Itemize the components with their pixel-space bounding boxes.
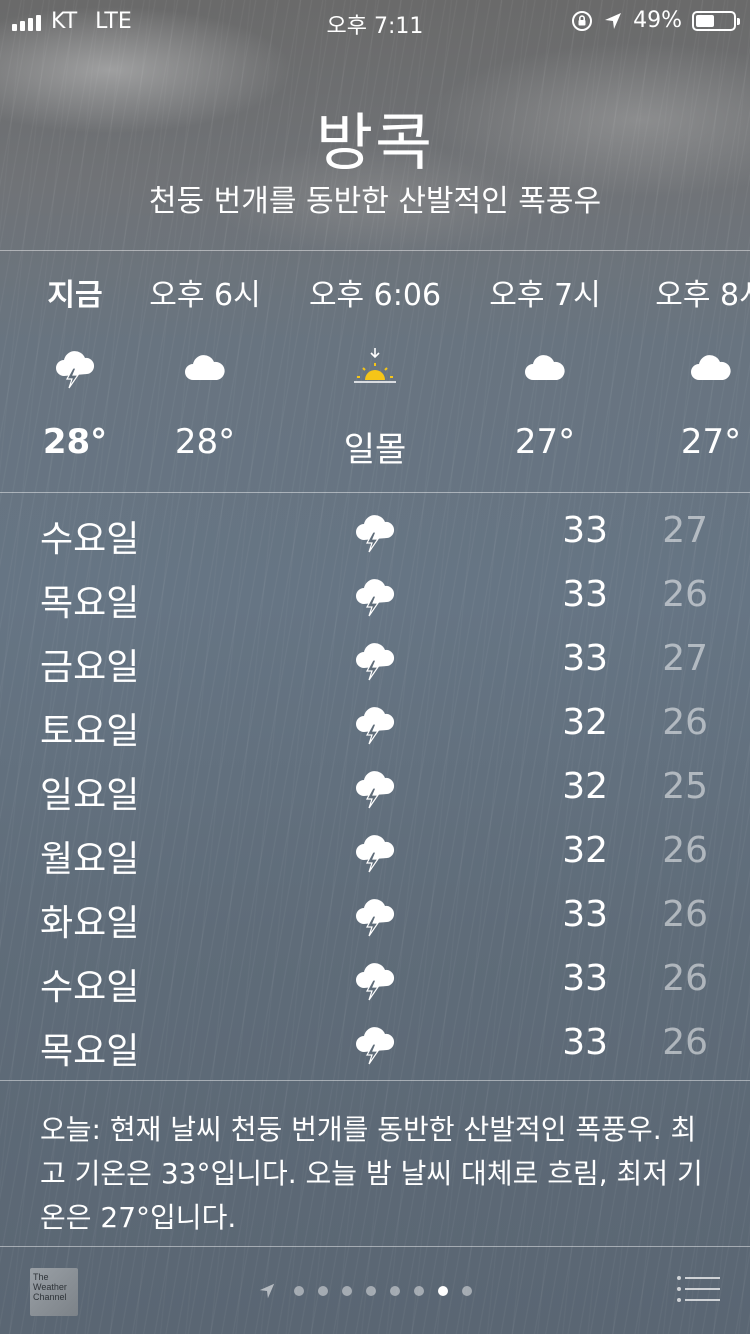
day-low-temp: 26 bbox=[662, 958, 708, 999]
daily-row: 월요일 32 26 bbox=[0, 820, 750, 884]
day-name: 수요일 bbox=[40, 967, 140, 1008]
page-dot[interactable] bbox=[342, 1286, 352, 1296]
daily-row: 토요일 32 26 bbox=[0, 692, 750, 756]
page-dot[interactable] bbox=[438, 1286, 448, 1296]
daily-row: 수요일 33 26 bbox=[0, 948, 750, 1012]
daily-row: 수요일 33 27 bbox=[0, 500, 750, 564]
day-name: 화요일 bbox=[40, 903, 140, 944]
page-dot[interactable] bbox=[390, 1286, 400, 1296]
day-high-temp: 32 bbox=[562, 766, 608, 807]
page-dot[interactable] bbox=[462, 1286, 472, 1296]
page-dot[interactable] bbox=[366, 1286, 376, 1296]
hour-temp: 27° bbox=[680, 422, 742, 462]
day-high-temp: 33 bbox=[562, 574, 608, 615]
footer-toolbar: The Weather Channel bbox=[0, 1248, 750, 1334]
thunderstorm-icon bbox=[352, 958, 398, 1002]
rotation-lock-icon bbox=[572, 10, 593, 31]
day-low-temp: 26 bbox=[662, 702, 708, 743]
day-name: 토요일 bbox=[40, 711, 140, 752]
cloud-icon bbox=[182, 346, 228, 390]
sunset-icon bbox=[352, 346, 398, 390]
day-low-temp: 25 bbox=[662, 766, 708, 807]
thunderstorm-icon bbox=[352, 766, 398, 810]
battery-percent: 49% bbox=[633, 8, 682, 33]
battery-icon bbox=[692, 10, 740, 31]
day-high-temp: 33 bbox=[562, 894, 608, 935]
page-dot[interactable] bbox=[318, 1286, 328, 1296]
today-summary: 오늘: 현재 날씨 천둥 번개를 동반한 산발적인 폭풍우. 최고 기온은 33… bbox=[40, 1113, 703, 1234]
thunderstorm-icon bbox=[352, 830, 398, 874]
battery-fill bbox=[696, 14, 714, 27]
daily-row: 일요일 32 25 bbox=[0, 756, 750, 820]
day-high-temp: 32 bbox=[562, 702, 608, 743]
daily-row: 금요일 33 27 bbox=[0, 628, 750, 692]
daily-row: 목요일 33 26 bbox=[0, 1012, 750, 1076]
status-right: 49% bbox=[571, 8, 740, 33]
hourly-forecast[interactable]: 지금 28° 오후 6시 28° 오후 6:06 일몰 오후 7시 27° 오후 8시 27° bbox=[0, 252, 750, 492]
thunderstorm-icon bbox=[352, 1022, 398, 1066]
day-low-temp: 27 bbox=[662, 510, 708, 551]
divider-hourly bbox=[0, 492, 750, 493]
day-low-temp: 26 bbox=[662, 894, 708, 935]
daily-forecast: 수요일 33 27 목요일 33 26 금요일 33 27 토요일 32 26 일요일 32 25 월요일 32… bbox=[0, 500, 750, 1076]
hour-temp: 일몰 bbox=[343, 430, 407, 470]
current-condition: 천둥 번개를 동반한 산발적인 폭풍우 bbox=[148, 184, 602, 219]
page-dot[interactable] bbox=[414, 1286, 424, 1296]
hour-label: 오후 6:06 bbox=[308, 278, 442, 313]
thunderstorm-icon bbox=[352, 574, 398, 618]
logo-line-3: Channel bbox=[33, 1292, 67, 1302]
cloud-icon bbox=[522, 346, 568, 390]
day-high-temp: 33 bbox=[562, 510, 608, 551]
current-location-icon bbox=[259, 1283, 275, 1299]
hour-label: 지금 bbox=[47, 278, 103, 313]
divider-footer bbox=[0, 1246, 750, 1247]
logo-line-1: The bbox=[33, 1272, 49, 1282]
day-low-temp: 26 bbox=[662, 1022, 708, 1063]
thunderstorm-icon bbox=[352, 510, 398, 554]
city-list-icon[interactable] bbox=[676, 1274, 720, 1304]
day-low-temp: 26 bbox=[662, 830, 708, 871]
day-name: 금요일 bbox=[40, 647, 140, 688]
hour-label: 오후 7시 bbox=[489, 278, 601, 313]
cloud-icon bbox=[688, 346, 734, 390]
day-name: 수요일 bbox=[40, 519, 140, 560]
status-bar: KT LTE 오후 7:11 49% bbox=[0, 0, 750, 40]
divider-daily bbox=[0, 1080, 750, 1081]
thunderstorm-icon bbox=[352, 702, 398, 746]
day-high-temp: 33 bbox=[562, 1022, 608, 1063]
day-name: 월요일 bbox=[40, 839, 140, 880]
location-arrow-icon bbox=[605, 12, 622, 29]
day-low-temp: 27 bbox=[662, 638, 708, 679]
daily-row: 목요일 33 26 bbox=[0, 564, 750, 628]
daily-row: 화요일 33 26 bbox=[0, 884, 750, 948]
hour-temp: 27° bbox=[514, 422, 576, 462]
day-name: 일요일 bbox=[40, 775, 140, 816]
hour-label: 오후 6시 bbox=[149, 278, 261, 313]
day-name: 목요일 bbox=[40, 583, 140, 624]
thunderstorm-icon bbox=[52, 346, 98, 390]
day-name: 목요일 bbox=[40, 1031, 140, 1072]
logo-line-2: Weather bbox=[33, 1282, 67, 1292]
hour-temp: 28° bbox=[42, 422, 108, 462]
day-low-temp: 26 bbox=[662, 574, 708, 615]
city-name: 방콕 bbox=[315, 106, 435, 179]
day-high-temp: 33 bbox=[562, 638, 608, 679]
page-indicator[interactable] bbox=[258, 1282, 472, 1300]
thunderstorm-icon bbox=[352, 638, 398, 682]
day-high-temp: 33 bbox=[562, 958, 608, 999]
weather-channel-logo[interactable]: The Weather Channel bbox=[30, 1268, 78, 1316]
day-high-temp: 32 bbox=[562, 830, 608, 871]
hour-temp: 28° bbox=[174, 422, 236, 462]
hour-label: 오후 8시 bbox=[655, 278, 750, 313]
divider-top bbox=[0, 250, 750, 251]
thunderstorm-icon bbox=[352, 894, 398, 938]
page-dot[interactable] bbox=[294, 1286, 304, 1296]
